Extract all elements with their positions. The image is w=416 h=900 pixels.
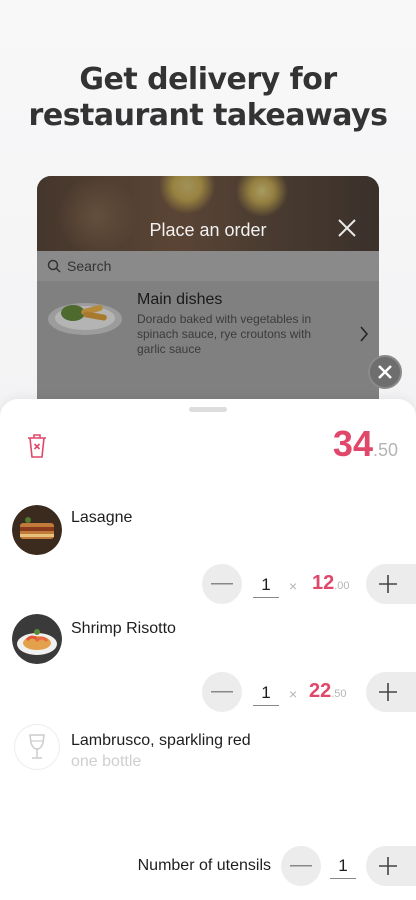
plus-icon [379,857,397,875]
dish-image [48,303,122,335]
increase-utensils-button[interactable] [366,846,416,886]
item-price: 12.00 [312,572,350,595]
search-placeholder: Search [67,258,112,274]
item-qty[interactable]: 1 [253,575,279,598]
close-sheet-button[interactable] [368,355,402,389]
cart-total: 34.50 [333,423,398,465]
item-price-cents: .00 [334,580,350,592]
decrease-qty-button[interactable] [202,672,242,712]
item-price-main: 12 [312,572,335,594]
cart-total-cents: .50 [372,440,398,460]
times-sign: × [289,578,298,594]
item-qty[interactable]: 1 [253,683,279,706]
wine-glass-icon [29,734,45,759]
decrease-utensils-button[interactable] [281,846,321,886]
headline: Get delivery for restaurant takeaways [0,62,416,134]
close-icon[interactable] [337,218,357,238]
preview-search-bar[interactable]: Search [37,251,379,281]
utensils-label: Number of utensils [137,857,271,874]
search-icon [47,259,61,273]
item-name: Shrimp Risotto [71,620,176,637]
increase-qty-button[interactable] [366,564,416,604]
headline-line-2: restaurant takeaways [28,98,388,133]
item-name: Lambrusco, sparkling red [71,732,251,749]
item-price: 22.50 [309,680,347,703]
chevron-right-icon [360,326,368,342]
item-price-main: 22 [309,680,332,702]
item-price-cents: .50 [331,688,347,700]
preview-title: Place an order [149,220,267,240]
minus-icon [290,865,312,867]
utensils-qty[interactable]: 1 [330,856,356,879]
plus-icon [379,683,397,701]
item-image-shrimp-risotto [12,614,62,664]
plus-icon [379,575,397,593]
close-icon [378,365,392,379]
item-image-wine [14,724,60,770]
dish-description: Dorado baked with vegetables in spinach … [137,312,312,356]
headline-line-1: Get delivery for [79,62,337,97]
item-subtitle: one bottle [71,753,142,770]
item-image-lasagne [12,505,62,555]
minus-icon [211,691,233,693]
sheet-drag-handle[interactable] [189,407,227,412]
cart-sheet: 34.50 Lasagne 1 × 12.00 Shrimp Risotto 1… [0,399,416,900]
order-preview-card: Place an order Search Main dishes Dorado… [37,176,379,416]
preview-header: Place an order [37,176,379,251]
item-name: Lasagne [71,509,133,526]
dish-category-name: Main dishes [137,291,223,308]
decrease-qty-button[interactable] [202,564,242,604]
minus-icon [211,583,233,585]
cart-total-main: 34 [332,423,373,464]
preview-dish-row[interactable]: Main dishes Dorado baked with vegetables… [37,281,379,416]
increase-qty-button[interactable] [366,672,416,712]
trash-icon[interactable] [26,433,48,459]
times-sign: × [289,686,298,702]
